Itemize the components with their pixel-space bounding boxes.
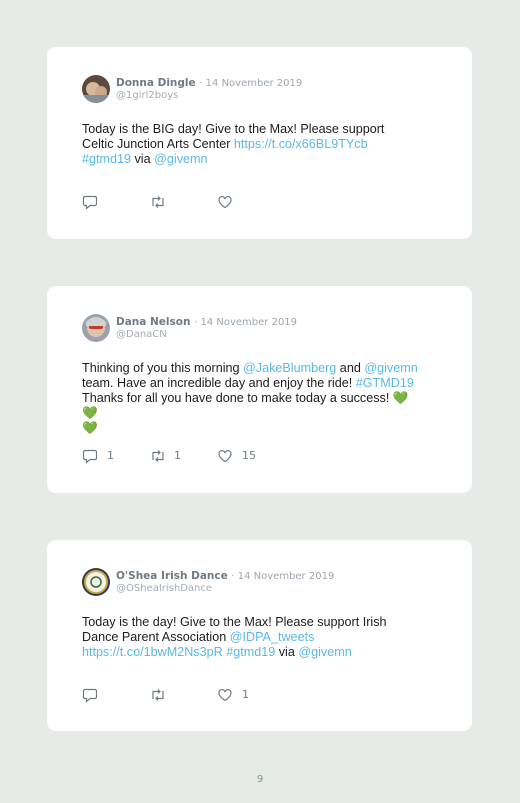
tweet-text-part: Dance Parent Association	[82, 630, 230, 644]
mention-link[interactable]: @JakeBlumberg	[243, 361, 336, 375]
tweet-text-part: Celtic Junction Arts Center	[82, 137, 234, 151]
tweet-header: Dana Nelson · 14 November 2019 @DanaCN	[82, 314, 442, 344]
tweet-text-part: Thanks for all you have done to make tod…	[82, 391, 393, 405]
user-name[interactable]: O'Shea Irish Dance	[116, 570, 228, 582]
like-icon	[218, 688, 232, 702]
tweet-text-part: via	[131, 152, 155, 166]
tweet-text-part: via	[275, 645, 299, 659]
tweet-date: · 14 November 2019	[199, 78, 303, 89]
reply-icon	[82, 195, 98, 210]
user-name[interactable]: Dana Nelson	[116, 316, 190, 328]
reply-count: 1	[107, 449, 114, 462]
like-count: 1	[242, 688, 249, 701]
retweet-icon	[152, 196, 164, 208]
mention-link[interactable]: @givemn	[364, 361, 417, 375]
mention-link[interactable]: @IDPA_tweets	[230, 630, 315, 644]
mention-link[interactable]: @givemn	[154, 152, 207, 166]
avatar[interactable]	[82, 75, 110, 103]
tweet-text-part: team. Have an incredible day and enjoy t…	[82, 376, 356, 390]
user-handle[interactable]: @1girl2boys	[116, 90, 178, 101]
user-handle[interactable]: @OSheaIrishDance	[116, 583, 212, 594]
tweet-date: · 14 November 2019	[231, 571, 335, 582]
tweet-actions: 1	[82, 687, 382, 703]
tweet-text-part: and	[336, 361, 365, 375]
tweet-card-3: O'Shea Irish Dance · 14 November 2019 @O…	[47, 540, 472, 731]
hashtag-link[interactable]: #gtmd19	[226, 645, 275, 659]
retweet-icon	[152, 450, 164, 462]
avatar[interactable]	[82, 568, 110, 596]
tweet-text: Today is the day! Give to the Max! Pleas…	[82, 615, 422, 660]
tweet-link[interactable]: https://t.co/1bwM2Ns3pR	[82, 645, 223, 659]
tweet-text: Today is the BIG day! Give to the Max! P…	[82, 122, 422, 167]
tweet-text-part: Thinking of you this morning	[82, 361, 244, 375]
green-heart-emoji: 💚	[82, 421, 98, 435]
page-number: 9	[256, 774, 264, 785]
avatar[interactable]	[82, 314, 110, 342]
mention-link[interactable]: @givemn	[298, 645, 351, 659]
tweet-card-1: Donna Dingle · 14 November 2019 @1girl2b…	[47, 47, 472, 239]
hashtag-link[interactable]: #gtmd19	[82, 152, 131, 166]
tweet-actions: 1 1 15	[82, 448, 382, 464]
reply-icon	[82, 449, 98, 464]
tweet-link[interactable]: https://t.co/x66BL9TYcb	[234, 137, 368, 151]
retweet-count: 1	[174, 449, 181, 462]
tweet-text-part: Today is the day! Give to the Max! Pleas…	[82, 615, 387, 629]
user-handle[interactable]: @DanaCN	[116, 329, 167, 340]
like-icon	[218, 449, 232, 463]
user-name[interactable]: Donna Dingle	[116, 77, 196, 89]
hashtag-link[interactable]: #GTMD19	[356, 376, 414, 390]
like-count: 15	[242, 449, 256, 462]
tweet-header: O'Shea Irish Dance · 14 November 2019 @O…	[82, 568, 442, 598]
tweet-card-2: Dana Nelson · 14 November 2019 @DanaCN T…	[47, 286, 472, 493]
tweet-text: Thinking of you this morning @JakeBlumbe…	[82, 361, 422, 436]
tweet-text-part: Today is the BIG day! Give to the Max! P…	[82, 122, 385, 136]
tweet-date: · 14 November 2019	[194, 317, 298, 328]
like-icon	[218, 195, 232, 209]
tweet-actions	[82, 194, 382, 210]
retweet-icon	[152, 689, 164, 701]
reply-icon	[82, 688, 98, 703]
tweet-header: Donna Dingle · 14 November 2019 @1girl2b…	[82, 75, 442, 105]
